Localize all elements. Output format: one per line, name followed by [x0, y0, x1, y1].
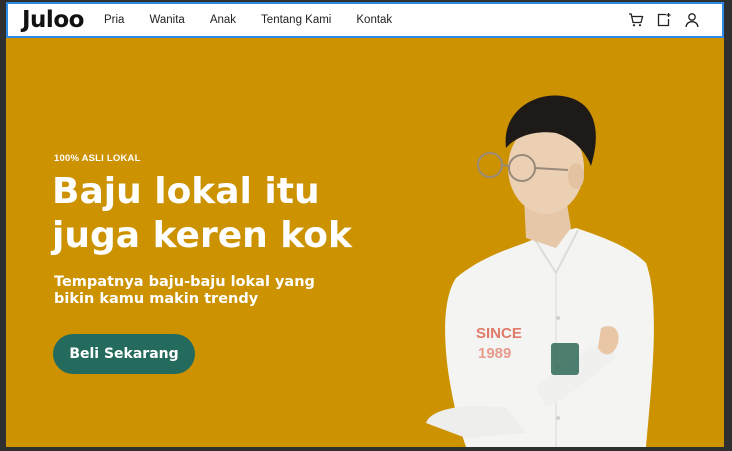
nav-icon-group — [628, 4, 700, 36]
hero-eyebrow: 100% ASLI LOKAL — [54, 153, 141, 164]
nav-link-kontak[interactable]: Kontak — [356, 14, 392, 26]
hero-headline: Baju lokal itu juga keren kok — [52, 171, 352, 256]
main-nav: Pria Wanita Anak Tentang Kami Kontak — [104, 4, 417, 36]
nav-link-tentang-kami[interactable]: Tentang Kami — [261, 14, 331, 26]
shop-now-button[interactable]: Beli Sekarang — [53, 334, 195, 374]
nav-link-pria[interactable]: Pria — [104, 14, 124, 26]
user-icon[interactable] — [684, 12, 700, 28]
top-navbar: Juloo Pria Wanita Anak Tentang Kami Kont… — [6, 2, 724, 38]
hero-banner: 100% ASLI LOKAL Baju lokal itu juga kere… — [6, 38, 724, 447]
wishlist-icon[interactable] — [656, 12, 672, 28]
nav-link-anak[interactable]: Anak — [210, 14, 236, 26]
nav-link-wanita[interactable]: Wanita — [149, 14, 184, 26]
shirt-print-line-2: 1989 — [478, 345, 511, 362]
hero-subheadline: Tempatnya baju-baju lokal yang bikin kam… — [54, 274, 315, 307]
browser-frame: Juloo Pria Wanita Anak Tentang Kami Kont… — [0, 0, 732, 451]
cart-icon[interactable] — [628, 12, 644, 28]
brand-logo[interactable]: Juloo — [22, 7, 84, 33]
shirt-print-line-1: SINCE — [476, 325, 522, 342]
hero-model-image: SINCE 1989 — [426, 95, 654, 447]
